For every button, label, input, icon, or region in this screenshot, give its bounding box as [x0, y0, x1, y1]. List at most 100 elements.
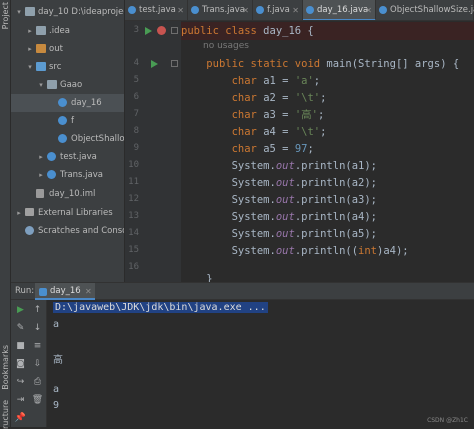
code-line: public static void main(String[] args) { [206, 58, 460, 70]
code-line: System.out.println(a2); [231, 177, 377, 189]
exit-icon[interactable]: ⇥ [14, 394, 27, 407]
wrench-icon[interactable]: ✎ [14, 322, 27, 335]
tree-item-label: day_10.iml [49, 189, 96, 199]
project-tree: ▾day_10 D:\ideaproject\d▸.idea▸out▾src▾G… [11, 0, 125, 282]
line-number: 10 [128, 160, 139, 170]
run-tab-day-16[interactable]: day_16 ✕ [35, 283, 95, 300]
project-tool-button[interactable]: Project [1, 2, 10, 29]
line-number: 4 [133, 58, 139, 68]
run-class-icon[interactable] [145, 27, 152, 35]
code-line: char a5 = 97; [231, 143, 314, 155]
tree-item[interactable]: day_10.iml [11, 185, 124, 203]
tree-item[interactable]: ▾ Gaao [11, 76, 124, 94]
console-output[interactable]: D:\javaweb\JDK\jdk\bin\java.exe ... a 高 … [47, 300, 474, 427]
left-tool-stripe: Project Bookmarks ructure [0, 0, 11, 429]
java-file-icon [379, 6, 387, 14]
pin-icon[interactable]: 📌 [14, 412, 27, 425]
tree-item[interactable]: ▸ test.java [11, 148, 124, 166]
tree-item[interactable]: day_16 [11, 94, 124, 112]
rerun-icon[interactable]: ▶ [14, 304, 27, 317]
close-icon[interactable]: ✕ [85, 283, 92, 300]
tree-item[interactable]: Scratches and Consoles [11, 222, 124, 240]
folder-icon [25, 7, 35, 16]
close-icon[interactable]: ✕ [177, 0, 184, 20]
close-icon[interactable]: ✕ [365, 0, 372, 20]
java-file-icon [256, 6, 264, 14]
fold-icon[interactable] [171, 60, 178, 67]
line-number: 3 [133, 25, 139, 35]
line-number: 9 [133, 143, 139, 153]
java-class-icon [47, 170, 56, 179]
code-line: char a2 = '\t'; [231, 92, 327, 104]
tree-item[interactable]: ObjectShallowSi [11, 130, 125, 148]
tab-test-java[interactable]: test.java ✕ [125, 0, 188, 20]
collapse-arrow-icon[interactable]: ▸ [25, 40, 35, 58]
tree-item[interactable]: ▸ Trans.java [11, 166, 124, 184]
fold-icon[interactable] [171, 27, 178, 34]
line-number: 11 [128, 177, 139, 187]
tree-item-label: day_10 D:\ideaproject\d [38, 7, 124, 17]
structure-tool-button[interactable]: ructure [1, 400, 10, 429]
tree-item-label: src [49, 62, 62, 72]
tree-item[interactable]: ▸ External Libraries [11, 204, 124, 222]
breakpoint-icon[interactable] [157, 26, 166, 35]
scroll-up-icon[interactable]: ↑ [31, 304, 44, 317]
stop-icon[interactable]: ■ [14, 340, 27, 353]
delete-icon[interactable]: 🗑 [31, 394, 44, 407]
folder-icon [47, 80, 57, 89]
run-main-icon[interactable] [151, 60, 158, 68]
code-line: System.out.println((int)a4); [231, 245, 409, 257]
collapse-arrow-icon[interactable]: ▸ [14, 204, 24, 222]
print-icon[interactable]: ⎙ [31, 376, 44, 389]
expand-arrow-icon[interactable]: ▾ [25, 58, 35, 76]
camera-icon[interactable]: ◙ [14, 358, 27, 371]
tree-item-label: ObjectShallowSi [71, 134, 125, 144]
tree-item-label: .idea [49, 26, 70, 36]
tree-item[interactable]: ▸ out [11, 40, 124, 58]
tree-item-label: day_16 [71, 98, 102, 108]
collapse-arrow-icon[interactable]: ▸ [36, 148, 46, 166]
code-line: System.out.println(a3); [231, 194, 377, 206]
close-icon[interactable]: ✕ [292, 0, 299, 20]
scroll-to-end-icon[interactable]: ⇩ [31, 358, 44, 371]
collapse-arrow-icon[interactable]: ▸ [25, 22, 35, 40]
tree-item[interactable]: f [11, 112, 124, 130]
expand-arrow-icon[interactable]: ▾ [36, 76, 46, 94]
code-line: char a1 = 'a'; [231, 75, 321, 87]
module-file-icon [36, 189, 44, 198]
tree-item[interactable]: ▸ .idea [11, 22, 124, 40]
tree-item-label: f [71, 116, 74, 126]
restore-layout-icon[interactable]: ↪ [14, 376, 27, 389]
editor-tabs: test.java ✕ Trans.java ✕ f.java ✕ day_16… [125, 0, 474, 21]
folder-icon [36, 44, 46, 53]
bookmarks-tool-button[interactable]: Bookmarks [1, 345, 10, 390]
expand-arrow-icon[interactable]: ▾ [14, 3, 24, 21]
line-number: 8 [133, 126, 139, 136]
tab-trans-java[interactable]: Trans.java ✕ [188, 0, 253, 20]
line-number: 14 [128, 228, 139, 238]
line-number: 6 [133, 92, 139, 102]
scroll-down-icon[interactable]: ↓ [31, 322, 44, 335]
tree-item-label: out [49, 44, 63, 54]
java-file-icon [128, 6, 136, 14]
java-class-icon [58, 98, 67, 107]
collapse-arrow-icon[interactable]: ▸ [36, 166, 46, 184]
usages-hint[interactable]: no usages [203, 41, 249, 51]
tab-day-16-java[interactable]: day_16.java ✕ [303, 0, 376, 20]
line-number: 15 [128, 245, 139, 255]
soft-wrap-icon[interactable]: ≡ [31, 340, 44, 353]
tree-item[interactable]: ▾ day_10 D:\ideaproject\d [11, 3, 124, 21]
java-class-icon [58, 116, 67, 125]
java-file-icon [191, 6, 199, 14]
close-icon[interactable]: ✕ [242, 0, 249, 20]
line-number: 16 [128, 262, 139, 272]
tab-objectshallowsize-java[interactable]: ObjectShallowSize.java [376, 0, 474, 20]
tab-f-java[interactable]: f.java ✕ [253, 0, 303, 20]
run-tool-window-header: Run: day_16 ✕ [11, 282, 474, 300]
tree-item[interactable]: ▾ src [11, 58, 124, 76]
tree-item-label: Trans.java [60, 170, 103, 180]
editor-gutter: 3 4 5 6 7 8 9 10 11 12 13 14 15 16 [125, 21, 181, 282]
folder-icon [36, 26, 46, 35]
code-editor[interactable]: public class day_16 { no usages public s… [181, 21, 474, 282]
library-icon [25, 208, 34, 216]
